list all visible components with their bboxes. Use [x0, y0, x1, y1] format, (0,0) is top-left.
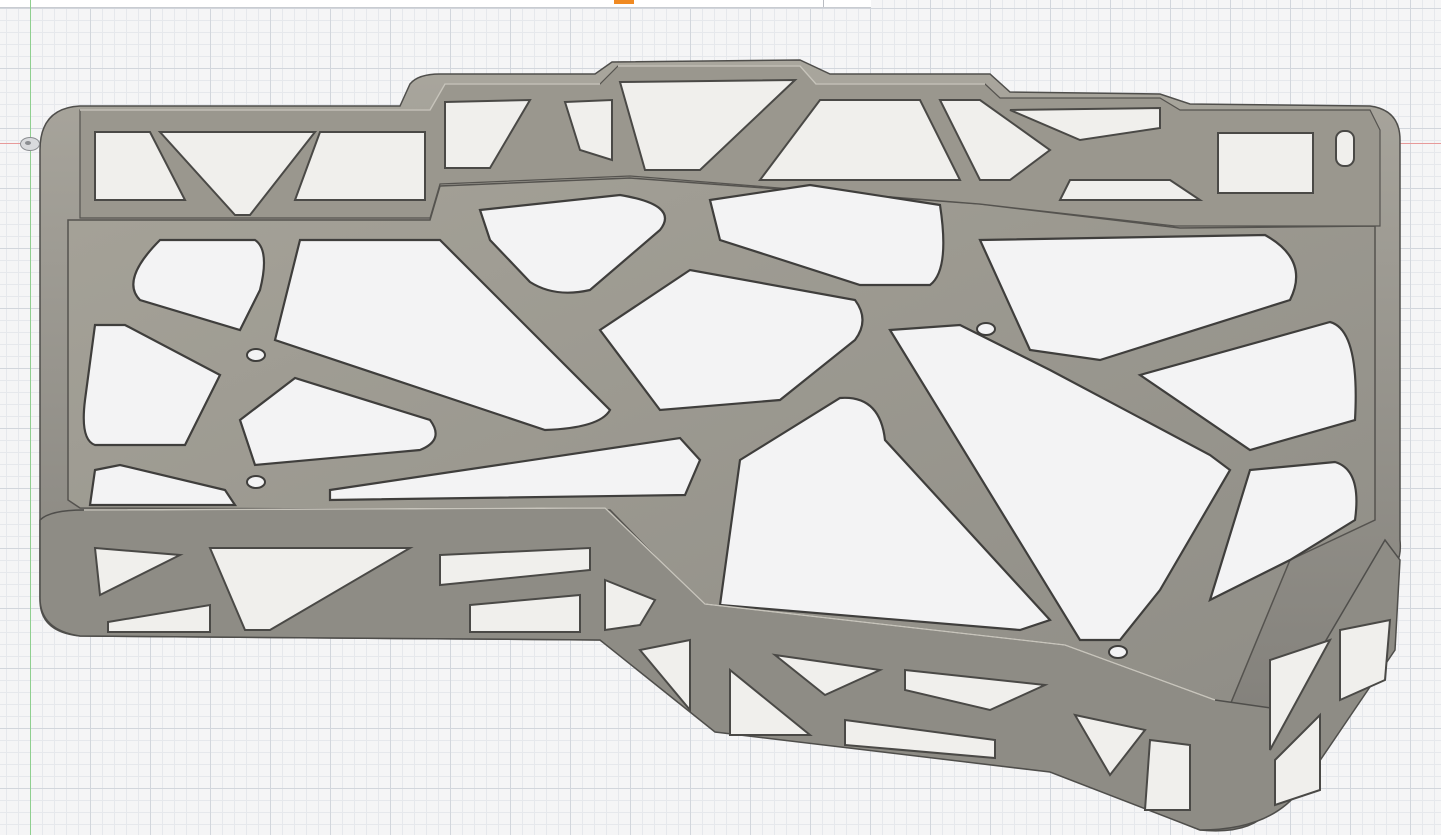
cad-model[interactable]: [0, 0, 1441, 835]
origin-icon[interactable]: [20, 137, 40, 151]
3d-viewport[interactable]: [0, 0, 1441, 835]
